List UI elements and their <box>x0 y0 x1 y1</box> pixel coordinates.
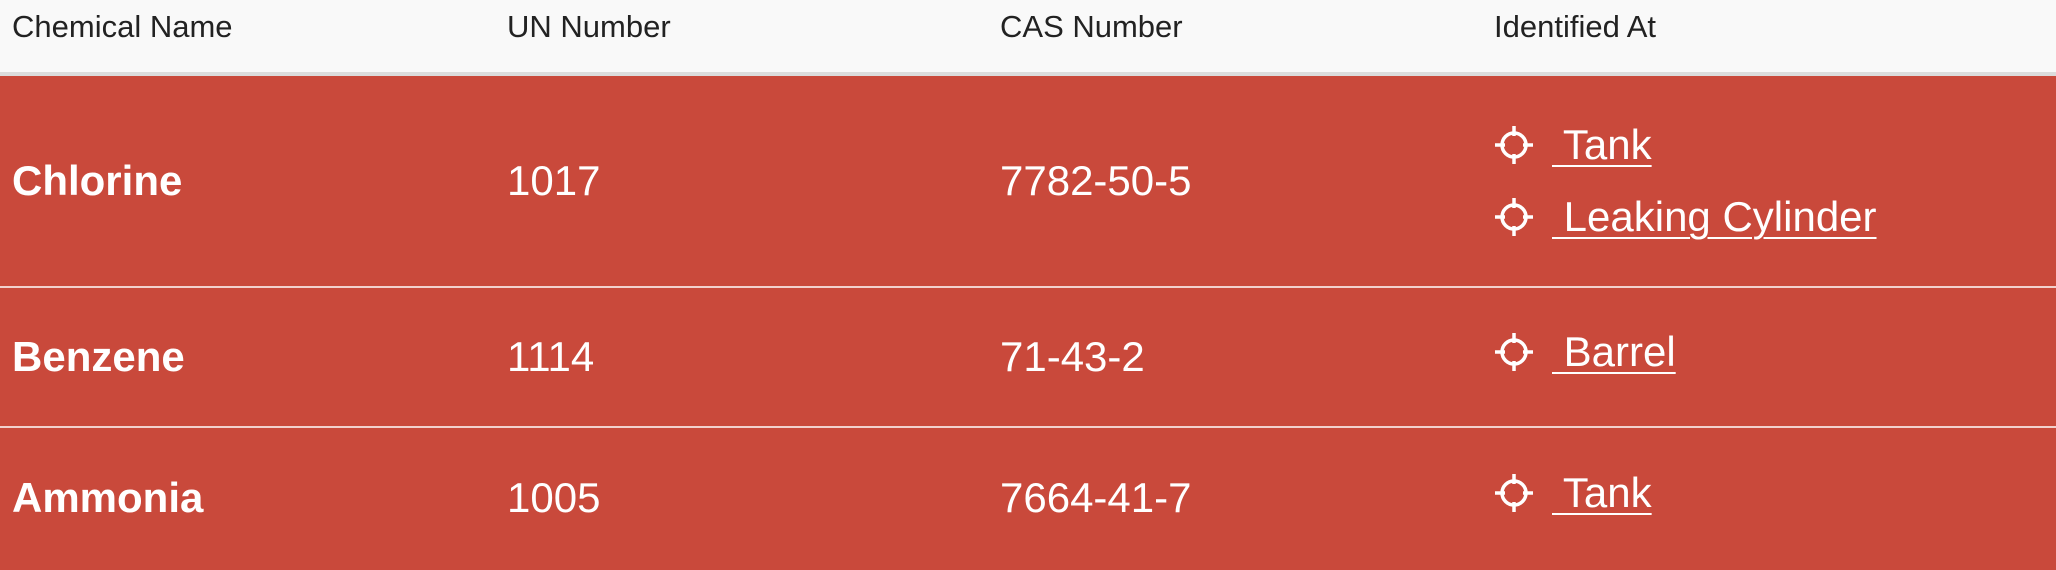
location-link-tank[interactable]: Tank <box>1494 469 2056 517</box>
cas-number: 71-43-2 <box>1000 333 1145 380</box>
location-label[interactable]: Tank <box>1552 121 1652 169</box>
location-list: Tank <box>1494 469 2056 517</box>
location-label[interactable]: Leaking Cylinder <box>1552 193 1877 241</box>
crosshair-icon <box>1495 333 1533 371</box>
location-label[interactable]: Barrel <box>1552 328 1676 376</box>
table-row: Benzene 1114 71-43-2 Barrel <box>0 288 2056 428</box>
location-link-tank[interactable]: Tank <box>1494 121 2056 169</box>
table-row: Chlorine 1017 7782-50-5 Tank Leaking Cyl… <box>0 76 2056 288</box>
location-link-leaking-cylinder[interactable]: Leaking Cylinder <box>1494 193 2056 241</box>
crosshair-icon <box>1495 126 1533 164</box>
chemical-table: Chemical Name UN Number CAS Number Ident… <box>0 0 2056 570</box>
un-number: 1017 <box>507 157 601 204</box>
header-identified-at: Identified At <box>1494 9 1657 44</box>
chemical-name: Benzene <box>12 333 185 380</box>
un-number: 1114 <box>507 333 595 380</box>
header-chemical-name: Chemical Name <box>12 9 233 44</box>
crosshair-icon <box>1495 474 1533 512</box>
header-cas-number: CAS Number <box>1000 9 1183 44</box>
header-un-number: UN Number <box>507 9 671 44</box>
un-number: 1005 <box>507 474 601 521</box>
location-list: Tank Leaking Cylinder <box>1494 121 2056 241</box>
cas-number: 7664-41-7 <box>1000 474 1192 521</box>
cas-number: 7782-50-5 <box>1000 157 1192 204</box>
crosshair-icon <box>1495 198 1533 236</box>
chemical-name: Chlorine <box>12 157 183 204</box>
table-header: Chemical Name UN Number CAS Number Ident… <box>0 0 2056 76</box>
location-link-barrel[interactable]: Barrel <box>1494 328 2056 376</box>
location-label[interactable]: Tank <box>1552 469 1652 517</box>
chemical-name: Ammonia <box>12 474 204 521</box>
table-row: Ammonia 1005 7664-41-7 Tank <box>0 428 2056 568</box>
location-list: Barrel <box>1494 328 2056 376</box>
